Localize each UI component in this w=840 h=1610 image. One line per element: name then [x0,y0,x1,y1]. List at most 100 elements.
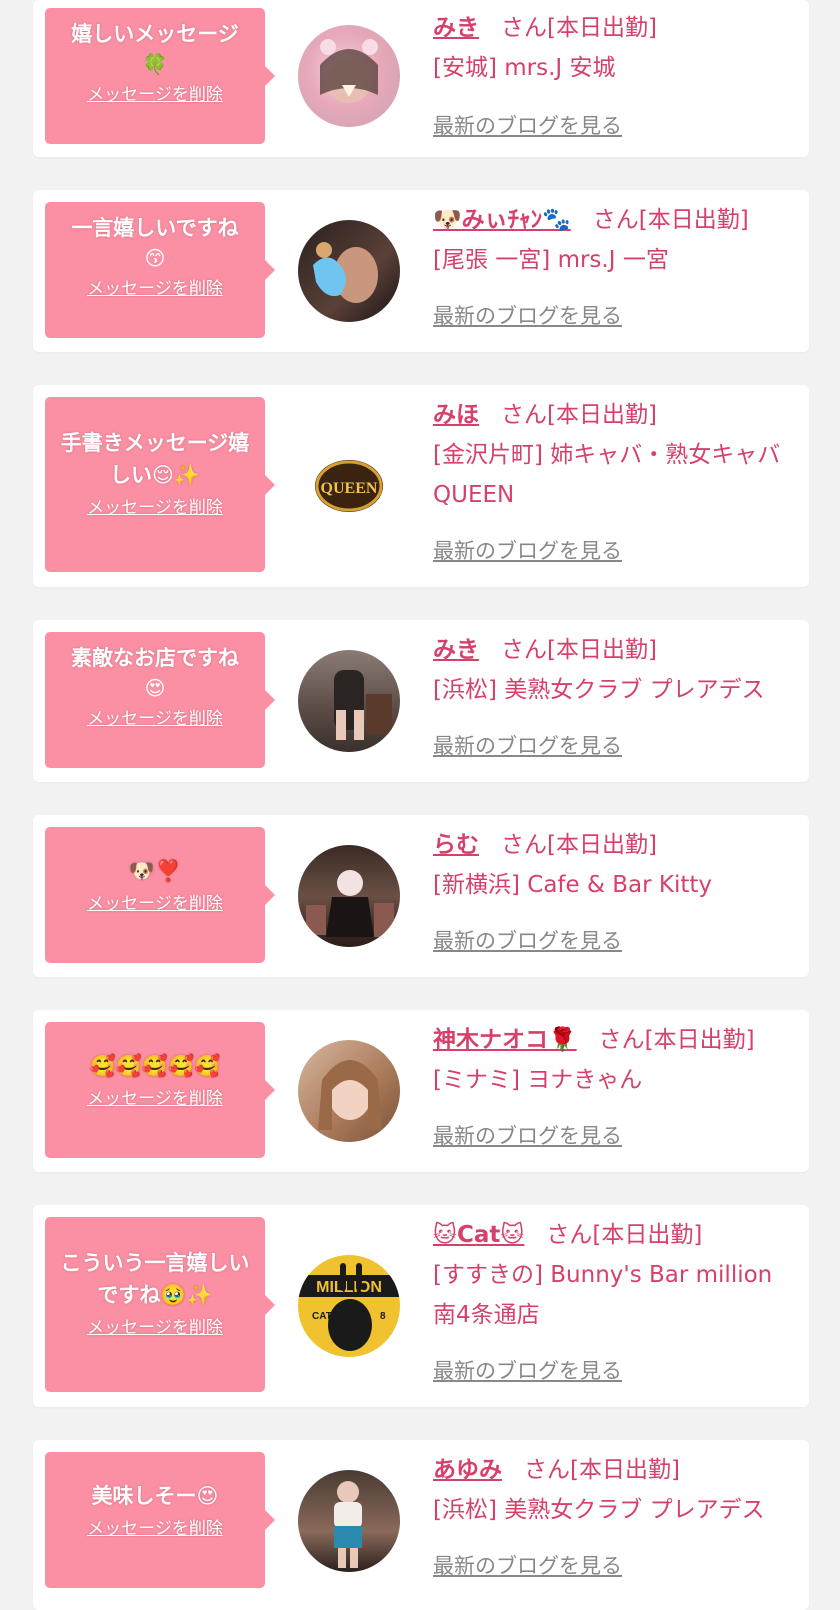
delete-message-button[interactable]: メッセージを削除 [87,1518,223,1540]
message-card: 🥰🥰🥰🥰🥰 メッセージを削除 神木ナオコ🌹 さん[本日出勤] [ミナミ] ヨナきゃ… [33,1010,809,1172]
message-text: 🐶❣️ [128,859,182,883]
svg-text:8: 8 [380,1311,386,1322]
svg-text:QUEEN: QUEEN [321,480,378,497]
avatar-image [318,1060,382,1130]
cast-status: さん[本日出勤] [524,1457,680,1483]
message-card: 素敵なお店ですね 😍 メッセージを削除 みき さん[本日出勤] [浜松] 美熟女ク… [33,620,809,782]
cast-name-line: あゆみ さん[本日出勤] [433,1450,793,1490]
svg-text:CAT: CAT [312,1311,332,1322]
avatar-image: MILLION CAT 8 [298,1263,400,1351]
cast-status: さん[本日出勤] [501,402,657,428]
message-emoji: 🍀 [142,52,168,76]
avatar-image: QUEEN [315,460,383,512]
cast-status: さん[本日出勤] [592,207,749,233]
latest-blog-link[interactable]: 最新のブログを見る [433,730,622,760]
avatar-photo-icon[interactable] [298,1040,400,1142]
cast-info: 🐱Cat🐱 さん[本日出勤] [すすきの] Bunny's Bar million… [433,1215,793,1335]
avatar-image [306,870,394,937]
latest-blog-link[interactable]: 最新のブログを見る [433,1550,622,1580]
message-text: 嬉しいメッセージ [71,22,239,46]
avatar-photo-icon[interactable]: MILLION CAT 8 [298,1255,400,1357]
shop-name[interactable]: [すすきの] Bunny's Bar million 南4条通店 [433,1255,793,1335]
message-text: 一言嬉しいですね [71,216,239,240]
message-bubble: 素敵なお店ですね 😍 メッセージを削除 [45,632,275,768]
cast-name-line: みき さん[本日出勤] [433,630,793,670]
message-text: 手書きメッセージ嬉しい😌✨ [60,431,250,487]
cast-status: さん[本日出勤] [501,832,657,858]
cast-name-line: 🐶みぃﾁｬﾝ🐾 さん[本日出勤] [433,200,793,240]
cast-info: 神木ナオコ🌹 さん[本日出勤] [ミナミ] ヨナきゃん [433,1020,793,1100]
cast-name-link[interactable]: らむ [433,832,479,858]
cast-name-line: 🐱Cat🐱 さん[本日出勤] [433,1215,793,1255]
queen-logo-icon[interactable]: QUEEN [298,435,400,537]
cast-name-line: みき さん[本日出勤] [433,8,793,48]
avatar-photo-icon[interactable] [298,845,400,947]
cast-info: みき さん[本日出勤] [浜松] 美熟女クラブ プレアデス [433,630,793,710]
message-text: 🥰🥰🥰🥰🥰 [89,1054,221,1078]
cast-name-link[interactable]: あゆみ [433,1457,502,1483]
cast-status: さん[本日出勤] [598,1027,755,1053]
message-text: 素敵なお店ですね [71,646,239,670]
shop-name[interactable]: [金沢片町] 姉キャバ・熟女キャバ QUEEN [433,435,793,515]
latest-blog-link[interactable]: 最新のブログを見る [433,535,622,565]
message-card: 嬉しいメッセージ 🍀 メッセージを削除 みき さん[本日出勤] [安城] mrs.… [33,0,809,157]
cast-name-link[interactable]: 🐱Cat🐱 [433,1222,524,1248]
cast-status: さん[本日出勤] [501,15,657,41]
cast-name-link[interactable]: みき [433,637,479,663]
delete-message-button[interactable]: メッセージを削除 [87,84,223,106]
avatar-photo-icon[interactable] [298,650,400,752]
avatar-image [334,1481,362,1568]
avatar-image [320,39,378,103]
message-card: 🐶❣️ メッセージを削除 らむ さん[本日出勤] [新横浜] Cafe & Bar… [33,815,809,977]
message-bubble: 美味しそー😍 メッセージを削除 [45,1452,275,1588]
message-bubble: 嬉しいメッセージ 🍀 メッセージを削除 [45,8,275,144]
cast-info: らむ さん[本日出勤] [新横浜] Cafe & Bar Kitty [433,825,793,905]
cast-name-line: 神木ナオコ🌹 さん[本日出勤] [433,1020,793,1060]
message-bubble: こういう一言嬉しいですね🥹✨ メッセージを削除 [45,1217,275,1392]
message-card: 一言嬉しいですね 😙 メッセージを削除 🐶みぃﾁｬﾝ🐾 さん[本日出勤] [尾張 … [33,190,809,352]
delete-message-button[interactable]: メッセージを削除 [87,1317,223,1339]
cast-name-link[interactable]: 🐶みぃﾁｬﾝ🐾 [433,207,571,233]
cast-name-line: みほ さん[本日出勤] [433,395,793,435]
message-card: こういう一言嬉しいですね🥹✨ メッセージを削除 MILLION CAT 8 🐱C… [33,1205,809,1407]
latest-blog-link[interactable]: 最新のブログを見る [433,300,622,330]
shop-name[interactable]: [ミナミ] ヨナきゃん [433,1060,793,1100]
shop-name[interactable]: [新横浜] Cafe & Bar Kitty [433,865,793,905]
shop-name[interactable]: [尾張 一宮] mrs.J 一宮 [433,240,793,280]
avatar-image [313,242,378,303]
latest-blog-link[interactable]: 最新のブログを見る [433,925,622,955]
message-bubble: 🐶❣️ メッセージを削除 [45,827,275,963]
avatar-photo-icon[interactable] [298,220,400,322]
message-emoji: 😍 [144,676,166,700]
shop-name[interactable]: [浜松] 美熟女クラブ プレアデス [433,670,793,710]
cast-status: さん[本日出勤] [546,1222,703,1248]
message-bubble: 一言嬉しいですね 😙 メッセージを削除 [45,202,275,338]
shop-name[interactable]: [浜松] 美熟女クラブ プレアデス [433,1490,793,1530]
message-bubble: 🥰🥰🥰🥰🥰 メッセージを削除 [45,1022,275,1158]
svg-text:MILLION: MILLION [316,1279,382,1296]
cast-info: みき さん[本日出勤] [安城] mrs.J 安城 [433,8,793,88]
delete-message-button[interactable]: メッセージを削除 [87,708,223,730]
shop-name[interactable]: [安城] mrs.J 安城 [433,48,793,88]
delete-message-button[interactable]: メッセージを削除 [87,278,223,300]
latest-blog-link[interactable]: 最新のブログを見る [433,110,622,140]
avatar-photo-icon[interactable] [298,1470,400,1572]
avatar-photo-icon[interactable] [298,25,400,127]
latest-blog-link[interactable]: 最新のブログを見る [433,1120,622,1150]
cast-name-link[interactable]: みほ [433,402,479,428]
cast-name-line: らむ さん[本日出勤] [433,825,793,865]
latest-blog-link[interactable]: 最新のブログを見る [433,1355,622,1385]
delete-message-button[interactable]: メッセージを削除 [87,1088,223,1110]
delete-message-button[interactable]: メッセージを削除 [87,893,223,915]
cast-name-link[interactable]: みき [433,15,479,41]
cast-info: 🐶みぃﾁｬﾝ🐾 さん[本日出勤] [尾張 一宮] mrs.J 一宮 [433,200,793,280]
message-bubble: 手書きメッセージ嬉しい😌✨ メッセージを削除 [45,397,275,572]
avatar-image [334,670,392,740]
cast-info: みほ さん[本日出勤] [金沢片町] 姉キャバ・熟女キャバ QUEEN [433,395,793,515]
cast-name-link[interactable]: 神木ナオコ🌹 [433,1027,577,1053]
delete-message-button[interactable]: メッセージを削除 [87,497,223,519]
cast-status: さん[本日出勤] [501,637,657,663]
message-text: 美味しそー😍 [91,1484,219,1508]
message-emoji: 😙 [144,246,166,270]
cast-info: あゆみ さん[本日出勤] [浜松] 美熟女クラブ プレアデス [433,1450,793,1530]
